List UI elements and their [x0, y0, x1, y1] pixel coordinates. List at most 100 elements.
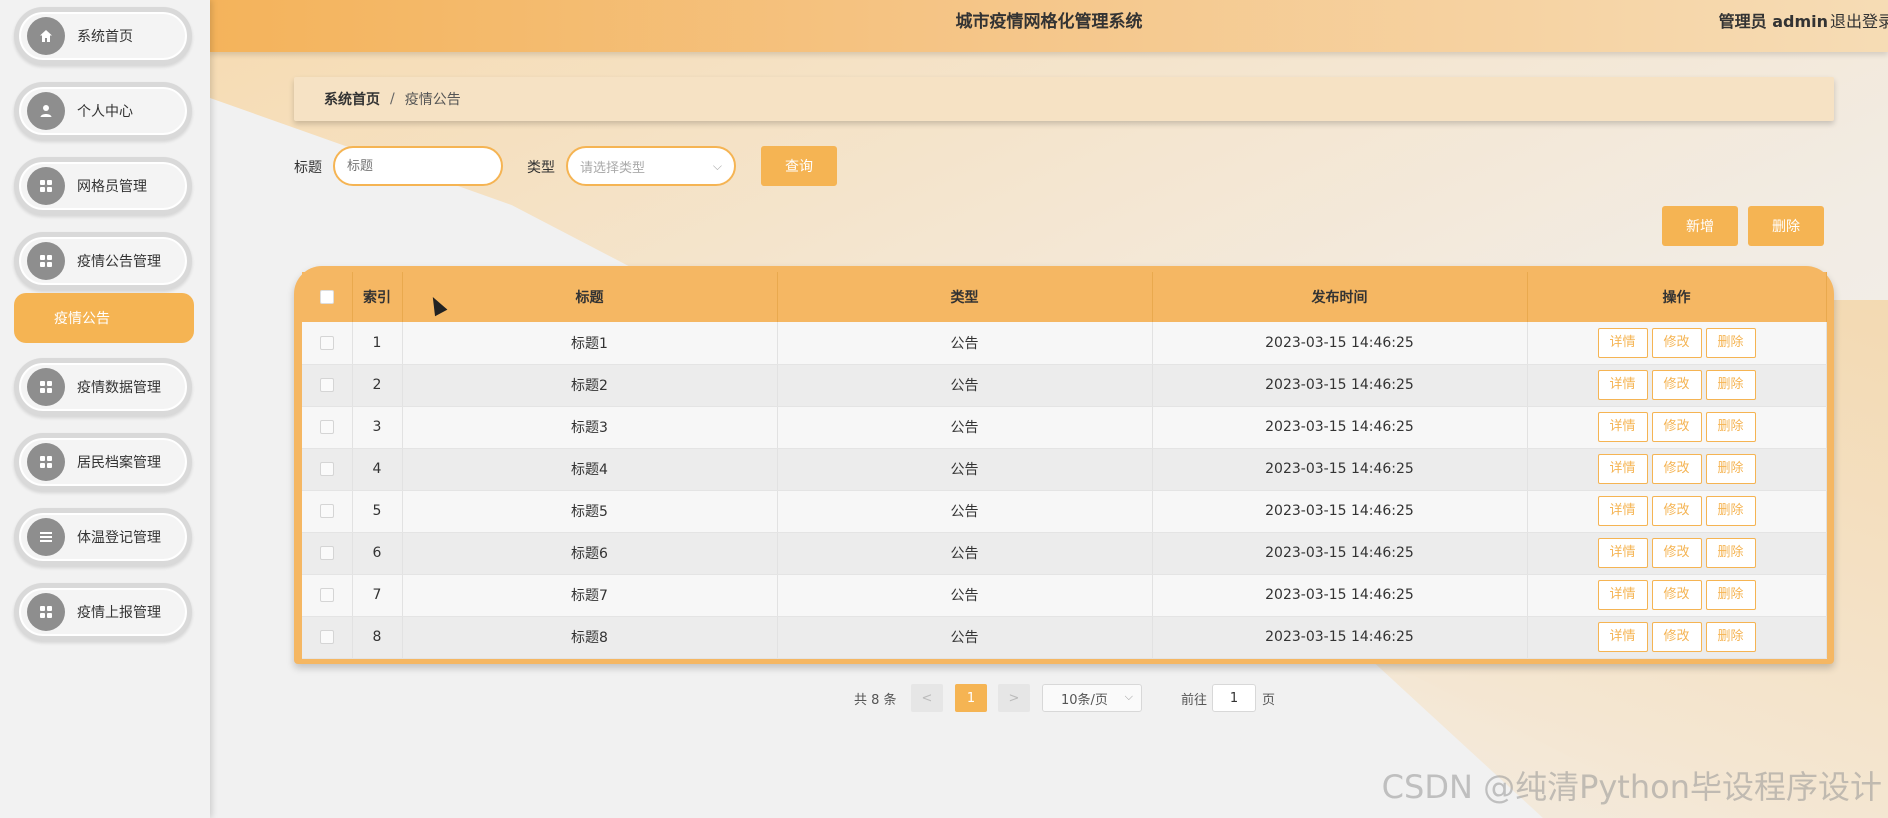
breadcrumb-home[interactable]: 系统首页 [324, 89, 380, 109]
sidebar-item-epidemic-data[interactable]: 疫情数据管理 [14, 358, 192, 416]
edit-button[interactable]: 修改 [1651, 496, 1702, 526]
row-index: 3 [352, 406, 403, 449]
detail-button[interactable]: 详情 [1597, 412, 1648, 442]
grid-icon [27, 593, 65, 631]
row-checkbox[interactable] [319, 462, 334, 476]
home-icon [27, 17, 65, 55]
sidebar-item-home[interactable]: 系统首页 [14, 7, 192, 65]
edit-button[interactable]: 修改 [1651, 327, 1702, 358]
select-all-checkbox[interactable] [319, 290, 334, 304]
detail-button[interactable]: 详情 [1597, 538, 1648, 568]
row-checkbox[interactable] [319, 335, 334, 350]
pagination-goto-label: 前往 [1181, 692, 1208, 708]
delete-button[interactable]: 删除 [1705, 622, 1756, 652]
sidebar-item-profile[interactable]: 个人中心 [14, 82, 192, 140]
delete-button[interactable]: 删除 [1705, 412, 1756, 442]
edit-button[interactable]: 修改 [1651, 622, 1702, 652]
system-title: 城市疫情网格化管理系统 [955, 12, 1143, 32]
detail-button[interactable]: 详情 [1597, 454, 1648, 484]
row-title: 标题5 [402, 490, 778, 533]
row-checkbox[interactable] [319, 420, 334, 434]
detail-button[interactable]: 详情 [1597, 327, 1648, 358]
top-header: 城市疫情网格化管理系统 管理员 admin 退出登录 [210, 0, 1888, 52]
delete-button[interactable]: 删除 [1705, 370, 1756, 400]
column-header-title: 标题 [402, 272, 778, 322]
table-row: 1 标题1 公告 2023-03-15 14:46:25 详情 修改 删除 [302, 322, 1827, 365]
type-search-label: 类型 [527, 160, 555, 176]
sidebar-item-label: 居民档案管理 [77, 455, 161, 471]
row-type: 公告 [777, 364, 1153, 407]
detail-button[interactable]: 详情 [1597, 622, 1648, 652]
pagination-goto-input[interactable] [1212, 684, 1256, 712]
add-button[interactable]: 新增 [1662, 206, 1738, 246]
query-button[interactable]: 查询 [761, 146, 837, 186]
row-title: 标题6 [402, 532, 778, 575]
row-title: 标题8 [402, 616, 778, 659]
delete-button[interactable]: 删除 [1705, 327, 1756, 358]
row-time: 2023-03-15 14:46:25 [1152, 490, 1528, 533]
row-type: 公告 [777, 448, 1153, 491]
pagination-next-button[interactable]: > [998, 684, 1030, 712]
breadcrumb: 系统首页 / 疫情公告 [294, 77, 1834, 121]
edit-button[interactable]: 修改 [1651, 538, 1702, 568]
page-size-select[interactable]: 10条/页 ⌵ [1042, 684, 1142, 712]
pagination-prev-button[interactable]: < [911, 684, 943, 712]
edit-button[interactable]: 修改 [1651, 454, 1702, 484]
row-type: 公告 [777, 490, 1153, 533]
row-index: 2 [352, 364, 403, 407]
sidebar-item-notice-mgmt[interactable]: 疫情公告管理 [14, 232, 192, 290]
row-title: 标题3 [402, 406, 778, 449]
row-time: 2023-03-15 14:46:25 [1152, 322, 1528, 365]
row-type: 公告 [777, 406, 1153, 449]
sidebar-item-label: 疫情数据管理 [77, 380, 161, 396]
title-search-input[interactable] [333, 146, 503, 186]
row-type: 公告 [777, 322, 1153, 365]
notice-table: 索引 标题 类型 发布时间 操作 1 标题1 公告 2023-03-15 14:… [302, 272, 1827, 659]
row-checkbox[interactable] [319, 546, 334, 560]
row-actions: 详情 修改 删除 [1527, 322, 1827, 365]
delete-button[interactable]: 删除 [1705, 496, 1756, 526]
row-index: 7 [352, 574, 403, 617]
row-time: 2023-03-15 14:46:25 [1152, 616, 1528, 659]
row-actions: 详情 修改 删除 [1527, 406, 1827, 449]
row-actions: 详情 修改 删除 [1527, 448, 1827, 491]
grid-icon [27, 242, 65, 280]
detail-button[interactable]: 详情 [1597, 580, 1648, 610]
type-select-placeholder: 请选择类型 [580, 160, 646, 176]
column-header-time: 发布时间 [1152, 272, 1528, 322]
list-icon [27, 518, 65, 556]
row-time: 2023-03-15 14:46:25 [1152, 574, 1528, 617]
delete-button[interactable]: 删除 [1705, 454, 1756, 484]
row-checkbox[interactable] [319, 378, 334, 392]
sidebar-item-label: 疫情公告管理 [77, 254, 161, 270]
delete-button[interactable]: 删除 [1705, 580, 1756, 610]
sidebar-subitem-notice[interactable]: 疫情公告 [14, 293, 194, 343]
edit-button[interactable]: 修改 [1651, 370, 1702, 400]
table-row: 8 标题8 公告 2023-03-15 14:46:25 详情 修改 删除 [302, 616, 1827, 659]
row-title: 标题7 [402, 574, 778, 617]
detail-button[interactable]: 详情 [1597, 370, 1648, 400]
table-row: 6 标题6 公告 2023-03-15 14:46:25 详情 修改 删除 [302, 532, 1827, 575]
row-title: 标题2 [402, 364, 778, 407]
sidebar-item-resident-files[interactable]: 居民档案管理 [14, 433, 192, 491]
chevron-down-icon: ⌵ [1124, 690, 1133, 703]
edit-button[interactable]: 修改 [1651, 580, 1702, 610]
sidebar-item-label: 系统首页 [77, 29, 133, 45]
detail-button[interactable]: 详情 [1597, 496, 1648, 526]
batch-delete-button[interactable]: 删除 [1748, 206, 1824, 246]
sidebar-item-epidemic-report[interactable]: 疫情上报管理 [14, 583, 192, 641]
row-index: 6 [352, 532, 403, 575]
sidebar-item-temperature[interactable]: 体温登记管理 [14, 508, 192, 566]
row-checkbox[interactable] [319, 630, 334, 644]
row-checkbox[interactable] [319, 504, 334, 518]
table-row: 7 标题7 公告 2023-03-15 14:46:25 详情 修改 删除 [302, 574, 1827, 617]
pagination-page-1[interactable]: 1 [955, 684, 987, 712]
page-size-value: 10条/页 [1061, 692, 1108, 708]
delete-button[interactable]: 删除 [1705, 538, 1756, 568]
logout-link[interactable]: 退出登录 [1830, 0, 1888, 44]
table-row: 4 标题4 公告 2023-03-15 14:46:25 详情 修改 删除 [302, 448, 1827, 491]
row-checkbox[interactable] [319, 588, 334, 602]
type-select[interactable]: 请选择类型 ⌵ [566, 146, 736, 186]
sidebar-item-grid-staff[interactable]: 网格员管理 [14, 157, 192, 215]
edit-button[interactable]: 修改 [1651, 412, 1702, 442]
